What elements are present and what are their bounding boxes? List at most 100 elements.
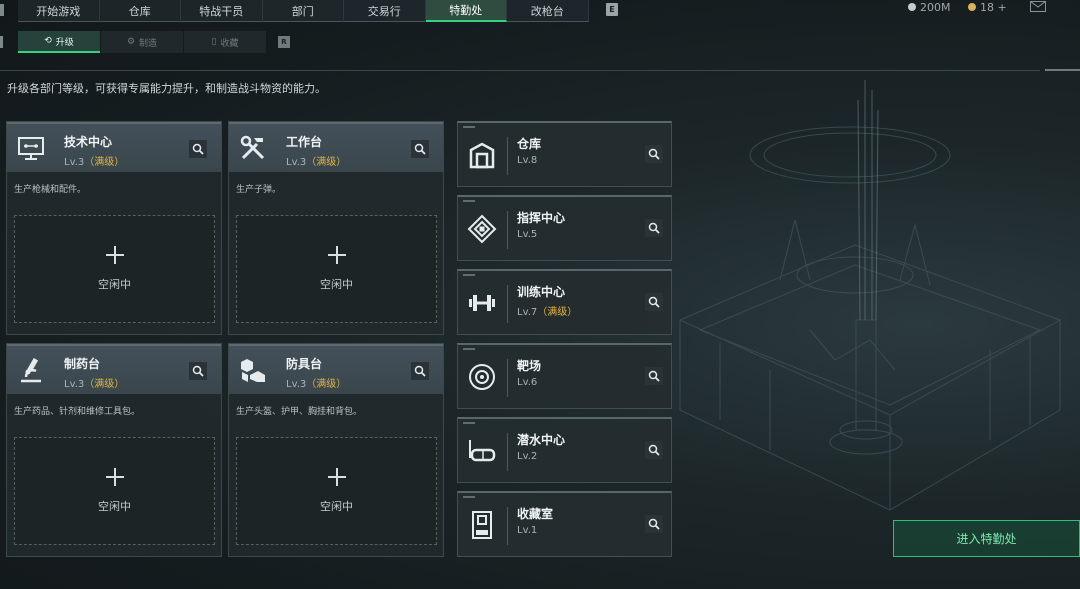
inspect-button[interactable] [189, 140, 207, 158]
inspect-button[interactable] [189, 362, 207, 380]
nav-edge-marker [0, 4, 4, 16]
tab-special-service[interactable]: 特勤处 [425, 0, 507, 22]
card-description: 生产枪械和配件。 [14, 185, 87, 195]
card-corner-mark [463, 200, 475, 202]
plus-icon [327, 246, 346, 264]
card-corner-mark [463, 348, 475, 350]
card-title: 训练中心 [517, 285, 566, 299]
tab-gunsmith[interactable]: 改枪台 [507, 0, 589, 22]
card-corner-mark [463, 496, 475, 498]
level-value: Lv.8 [517, 155, 538, 166]
inspect-button[interactable] [411, 362, 429, 380]
currency-secondary: 18 + [968, 0, 1007, 14]
subtab-craft-label: 制造 [139, 38, 158, 49]
dept-card-warehouse[interactable]: 仓库 Lv.8 [457, 121, 672, 187]
level-value: Lv.2 [517, 451, 538, 462]
search-icon [648, 148, 660, 160]
card-title: 防具台 [286, 357, 323, 371]
card-level: Lv.6 [517, 377, 537, 388]
max-level-tag: （满级） [306, 379, 347, 390]
currency-secondary-value: 18 + [980, 0, 1007, 14]
training-center-icon [469, 295, 495, 311]
search-icon [648, 296, 660, 308]
search-icon [192, 143, 204, 155]
sub-nav-tabs: ⟲ 升级 ⚙ 制造 ▯ 收藏 [18, 31, 267, 53]
dept-card-diving-center[interactable]: 潜水中心 Lv.2 [457, 417, 672, 483]
card-corner-mark [463, 126, 475, 128]
card-title: 制药台 [64, 357, 101, 371]
card-level: Lv.3（满级） [286, 375, 346, 390]
max-level-tag: （满级） [537, 307, 578, 318]
card-header: 防具台 Lv.3（满级） [229, 344, 443, 394]
card-header: 制药台 Lv.3（满级） [7, 344, 221, 394]
card-level: Lv.3（满级） [286, 153, 346, 168]
mail-icon[interactable] [1030, 1, 1046, 12]
level-value: Lv.6 [517, 377, 538, 388]
dept-card-pharmacy[interactable]: 制药台 Lv.3（满级） 生产药品、针剂和维修工具包。 空闲中 [6, 343, 222, 557]
level-value: Lv.3 [286, 157, 307, 168]
subnav-edge-marker [0, 36, 3, 48]
card-level: Lv.3（满级） [64, 153, 124, 168]
dept-card-shooting-range[interactable]: 靶场 Lv.6 [457, 343, 672, 409]
search-icon [648, 518, 660, 530]
upgrade-icon: ⟲ [44, 36, 52, 46]
search-icon [192, 365, 204, 377]
dept-card-training-center[interactable]: 训练中心 Lv.7（满级） [457, 269, 672, 335]
tab-warehouse[interactable]: 仓库 [99, 0, 181, 22]
pharmacy-icon [21, 357, 41, 383]
shooting-range-icon [469, 364, 495, 390]
dept-card-collection-room[interactable]: 收藏室 Lv.1 [457, 491, 672, 557]
tab-operators[interactable]: 特战干员 [181, 0, 263, 22]
diving-center-icon [469, 440, 496, 462]
tab-trading[interactable]: 交易行 [344, 0, 426, 22]
subtab-collection[interactable]: ▯ 收藏 [184, 31, 266, 53]
inspect-button[interactable] [645, 219, 663, 237]
plus-icon [105, 246, 124, 264]
card-title: 工作台 [286, 135, 323, 149]
card-header: 工作台 Lv.3（满级） [229, 122, 443, 172]
tab-start-game[interactable]: 开始游戏 [18, 0, 100, 22]
level-value: Lv.7 [517, 307, 538, 318]
base-blueprint-illustration [678, 80, 1062, 511]
card-level: Lv.7（满级） [517, 303, 577, 318]
card-level: Lv.2 [517, 451, 537, 462]
card-separator [507, 507, 508, 545]
nav-key-hint: E [606, 3, 618, 16]
inspect-button[interactable] [645, 441, 663, 459]
card-header: 技术中心 Lv.3（满级） [7, 122, 221, 172]
inspect-button[interactable] [645, 293, 663, 311]
production-slot[interactable]: 空闲中 [14, 437, 215, 545]
tab-departments[interactable]: 部门 [262, 0, 344, 22]
max-level-tag: （满级） [84, 157, 125, 168]
inspect-button[interactable] [645, 367, 663, 385]
dept-card-workbench[interactable]: 工作台 Lv.3（满级） 生产子弹。 空闲中 [228, 121, 444, 335]
card-title: 技术中心 [64, 135, 113, 149]
max-level-tag: （满级） [306, 157, 347, 168]
dept-card-armor-bench[interactable]: 防具台 Lv.3（满级） 生产头盔、护甲、胸挂和背包。 空闲中 [228, 343, 444, 557]
subtab-craft[interactable]: ⚙ 制造 [101, 31, 183, 53]
card-separator [507, 433, 508, 471]
warehouse-icon [469, 142, 495, 169]
production-slot[interactable]: 空闲中 [236, 437, 437, 545]
dept-card-tech-center[interactable]: 技术中心 Lv.3（满级） 生产枪械和配件。 空闲中 [6, 121, 222, 335]
search-icon [648, 370, 660, 382]
production-slot[interactable]: 空闲中 [14, 215, 215, 323]
subtab-upgrade[interactable]: ⟲ 升级 [18, 31, 100, 53]
inspect-button[interactable] [411, 140, 429, 158]
card-level: Lv.5 [517, 229, 537, 240]
production-slot[interactable]: 空闲中 [236, 215, 437, 323]
coin-icon [908, 3, 916, 11]
level-value: Lv.3 [64, 157, 85, 168]
currency-primary: 200M [908, 0, 951, 14]
card-title: 指挥中心 [517, 211, 566, 225]
collection-room-icon [472, 511, 492, 539]
inspect-button[interactable] [645, 145, 663, 163]
card-separator [507, 137, 508, 175]
search-icon [648, 444, 660, 456]
card-description: 生产子弹。 [236, 185, 282, 195]
inspect-button[interactable] [645, 515, 663, 533]
dept-card-command-center[interactable]: 指挥中心 Lv.5 [457, 195, 672, 261]
enter-special-service-button[interactable]: 进入特勤处 [893, 520, 1080, 557]
card-corner-mark [463, 274, 475, 276]
gold-coin-icon [968, 3, 976, 11]
